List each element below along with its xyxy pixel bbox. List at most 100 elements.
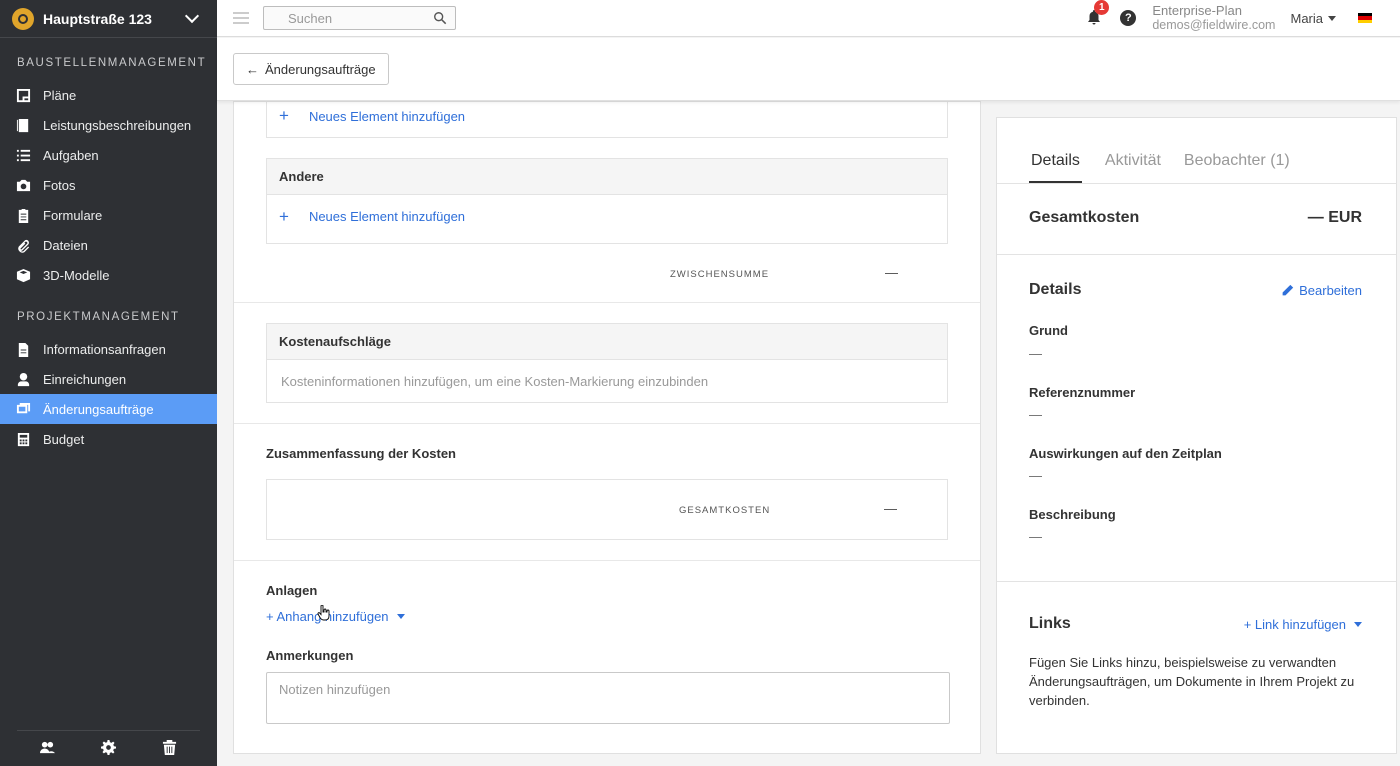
sidebar-item-submittals[interactable]: Einreichungen	[0, 364, 217, 394]
team-icon[interactable]	[40, 740, 55, 758]
plus-icon: +	[279, 106, 289, 125]
sidebar-item-label: Budget	[43, 431, 85, 447]
links-title: Links	[1029, 615, 1071, 632]
edit-label: Bearbeiten	[1299, 282, 1362, 298]
cost-summary-box: GESAMTKOSTEN —	[266, 479, 948, 540]
attachments-title: Anlagen	[266, 583, 318, 598]
total-cost-row: Gesamtkosten — EUR	[1029, 209, 1362, 227]
other-items-box: Andere + Neues Element hinzufügen	[266, 158, 948, 244]
total-cost-amount: — EUR	[1307, 209, 1362, 226]
field-label-schedule-impact: Auswirkungen auf den Zeitplan	[1029, 446, 1222, 461]
sidebar: Hauptstraße 123 BAUSTELLENMANAGEMENT Plä…	[0, 0, 217, 766]
field-label-reason: Grund	[1029, 323, 1068, 338]
add-item-label: Neues Element hinzufügen	[308, 209, 466, 224]
change-orders-icon	[16, 402, 31, 417]
sidebar-item-3d-models[interactable]: 3D-Modelle	[0, 260, 217, 290]
trash-icon[interactable]	[162, 739, 177, 758]
rfi-icon	[16, 342, 31, 357]
sidebar-footer	[17, 730, 200, 766]
add-link-label: + Link hinzufügen	[1243, 616, 1346, 632]
camera-icon	[16, 178, 31, 193]
field-label-reference: Referenznummer	[1029, 385, 1136, 400]
chevron-down-icon[interactable]	[184, 8, 200, 24]
german-flag-icon[interactable]	[1358, 13, 1372, 23]
notes-title: Anmerkungen	[266, 648, 354, 663]
back-button-label: Änderungsaufträge	[265, 61, 376, 77]
page-subheader: ← Änderungsaufträge	[217, 38, 1400, 101]
sidebar-item-specs[interactable]: Leistungsbeschreibungen	[0, 110, 217, 140]
sidebar-item-files[interactable]: Dateien	[0, 230, 217, 260]
sidebar-item-label: Fotos	[43, 177, 76, 193]
field-value-description: —	[1029, 529, 1042, 544]
sidebar-item-change-orders[interactable]: Änderungsaufträge	[0, 394, 217, 424]
cost-summary-title: Zusammenfassung der Kosten	[266, 446, 456, 461]
project-name: Hauptstraße 123	[43, 10, 152, 27]
tab-watchers[interactable]: Beobachter (1)	[1184, 152, 1290, 183]
sidebar-item-label: Aufgaben	[43, 147, 99, 163]
sidebar-item-label: Einreichungen	[43, 371, 127, 387]
sidebar-item-photos[interactable]: Fotos	[0, 170, 217, 200]
notifications-button[interactable]: 1	[1086, 0, 1110, 28]
user-menu[interactable]: Maria	[1290, 11, 1336, 26]
specs-icon	[16, 118, 31, 133]
sidebar-item-tasks[interactable]: Aufgaben	[0, 140, 217, 170]
sidebar-item-label: Leistungsbeschreibungen	[43, 117, 192, 133]
pencil-icon	[1282, 284, 1294, 295]
tab-activity[interactable]: Aktivität	[1105, 152, 1161, 183]
sidebar-item-budget[interactable]: Budget	[0, 424, 217, 454]
notes-placeholder: Notizen hinzufügen	[279, 682, 391, 697]
details-tabs: Details Aktivität Beobachter (1)	[1029, 152, 1313, 183]
project-selector[interactable]: Hauptstraße 123	[0, 0, 217, 38]
tasks-icon	[16, 148, 31, 163]
hand-cursor-icon	[317, 605, 330, 621]
account-info: Enterprise-Plan demos@fieldwire.com	[1152, 3, 1275, 33]
divider	[234, 302, 980, 303]
sidebar-item-plans[interactable]: Pläne	[0, 80, 217, 110]
subtotal-value: —	[885, 265, 898, 280]
add-attachment-button[interactable]: + Anhang hinzufügen	[266, 609, 405, 624]
section-title-site: BAUSTELLENMANAGEMENT	[17, 57, 207, 69]
caret-down-icon	[1328, 15, 1336, 21]
sidebar-item-forms[interactable]: Formulare	[0, 200, 217, 230]
section-title-project: PROJEKTMANAGEMENT	[17, 311, 180, 323]
cube-icon	[16, 268, 31, 283]
user-name: Maria	[1290, 10, 1323, 26]
total-cost-title: Gesamtkosten	[1029, 209, 1140, 226]
help-icon[interactable]: ?	[1120, 10, 1137, 26]
paperclip-icon	[16, 238, 31, 253]
add-link-button[interactable]: + Link hinzufügen	[1244, 617, 1362, 632]
plan-label: Enterprise-Plan	[1152, 3, 1242, 18]
search-placeholder: Suchen	[288, 10, 333, 26]
markups-box: Kostenaufschläge Kosteninformationen hin…	[266, 323, 948, 403]
arrow-left-icon: ←	[246, 61, 259, 77]
project-logo-icon	[12, 7, 34, 30]
details-title: Details	[1029, 281, 1082, 298]
plans-icon	[16, 88, 31, 103]
links-header: Links + Link hinzufügen	[1029, 615, 1362, 633]
gear-icon[interactable]	[101, 739, 116, 758]
divider	[234, 560, 980, 561]
tab-details[interactable]: Details	[1029, 152, 1082, 183]
sidebar-item-label: Änderungsaufträge	[43, 401, 154, 417]
calculator-icon	[16, 432, 31, 447]
sidebar-item-label: Pläne	[43, 87, 77, 103]
add-item-row-other[interactable]: + Neues Element hinzufügen	[267, 195, 947, 238]
sidebar-item-rfis[interactable]: Informationsanfragen	[0, 334, 217, 364]
items-box-top: + Neues Element hinzufügen	[266, 102, 948, 138]
notes-input[interactable]: Notizen hinzufügen	[266, 672, 950, 724]
field-value-schedule-impact: —	[1029, 468, 1042, 483]
field-value-reference: —	[1029, 407, 1042, 422]
notification-badge: 1	[1094, 0, 1110, 15]
search-input[interactable]: Suchen	[263, 6, 456, 30]
links-description: Fügen Sie Links hinzu, beispielsweise zu…	[1029, 655, 1355, 708]
divider	[997, 183, 1396, 184]
sidebar-item-label: Dateien	[43, 237, 88, 253]
caret-down-icon	[396, 614, 405, 619]
add-item-row[interactable]: + Neues Element hinzufügen	[267, 102, 947, 137]
back-button[interactable]: ← Änderungsaufträge	[233, 53, 389, 85]
menu-icon[interactable]	[233, 9, 249, 27]
edit-button[interactable]: Bearbeiten	[1281, 283, 1362, 298]
change-order-form: + Neues Element hinzufügen Andere + Neue…	[233, 101, 981, 754]
forms-icon	[16, 208, 31, 223]
divider	[234, 423, 980, 424]
